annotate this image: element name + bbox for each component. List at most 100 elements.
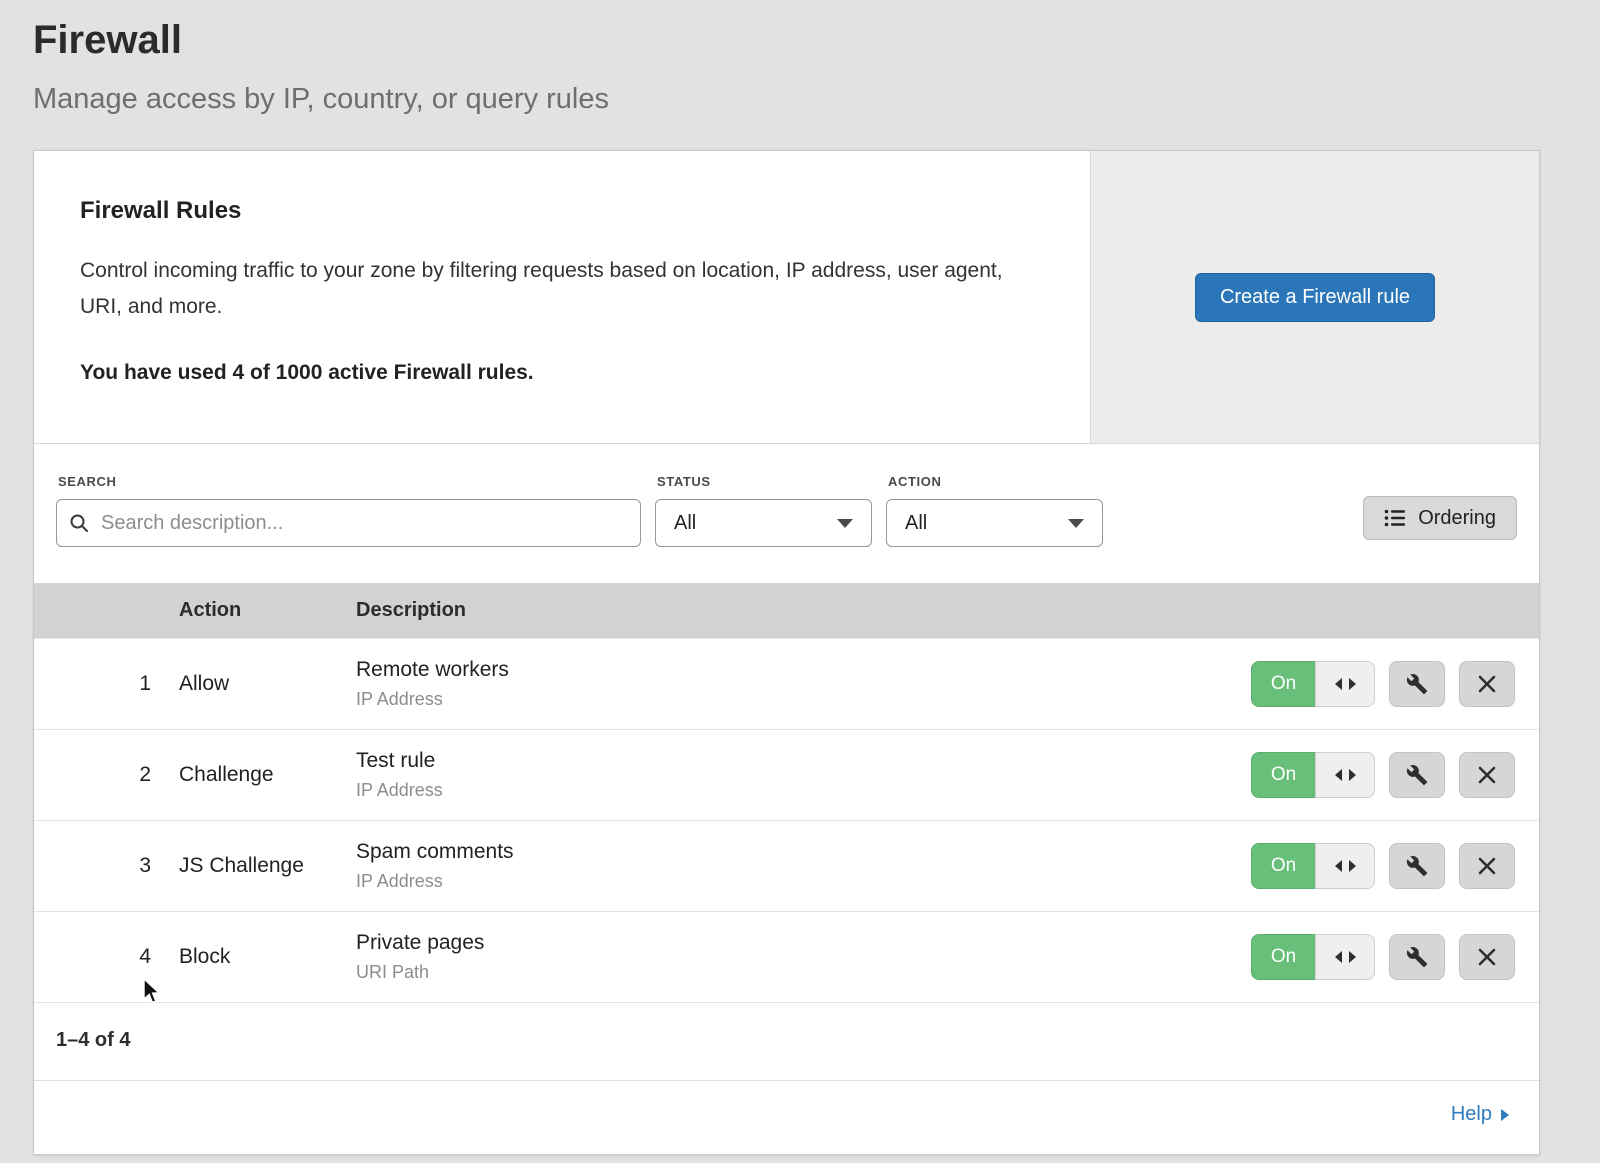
close-icon — [1477, 765, 1497, 785]
rule-action: Allow — [179, 672, 356, 696]
firewall-page: Firewall Manage access by IP, country, o… — [0, 0, 1540, 1155]
create-firewall-rule-button[interactable]: Create a Firewall rule — [1195, 273, 1435, 322]
rule-description-cell: Private pages URI Path — [356, 931, 1227, 983]
arrow-right-icon — [1349, 769, 1356, 781]
wrench-icon — [1406, 855, 1428, 877]
rule-description: Test rule — [356, 749, 1227, 773]
rule-number: 2 — [34, 763, 179, 787]
rule-toggle: On — [1251, 661, 1375, 707]
rule-description-cell: Remote workers IP Address — [356, 658, 1227, 710]
header-description-column: Description — [356, 599, 1227, 622]
rule-action: Challenge — [179, 763, 356, 787]
toggle-arrows-button[interactable] — [1315, 752, 1375, 798]
search-box[interactable] — [56, 499, 641, 547]
rule-description: Private pages — [356, 931, 1227, 955]
rule-description: Remote workers — [356, 658, 1227, 682]
arrow-left-icon — [1335, 951, 1342, 963]
arrow-right-icon — [1349, 951, 1356, 963]
ordering-button-label: Ordering — [1418, 507, 1496, 530]
rule-match-type: URI Path — [356, 962, 1227, 983]
close-icon — [1477, 856, 1497, 876]
edit-rule-button[interactable] — [1389, 661, 1445, 707]
action-select-value: All — [905, 512, 927, 535]
edit-rule-button[interactable] — [1389, 843, 1445, 889]
status-label: STATUS — [657, 474, 872, 489]
arrow-right-icon — [1349, 860, 1356, 872]
rules-usage-text: You have used 4 of 1000 active Firewall … — [80, 361, 1044, 385]
rule-toggle: On — [1251, 752, 1375, 798]
header-action-column: Action — [179, 599, 356, 622]
ordering-button[interactable]: Ordering — [1363, 496, 1517, 540]
arrow-right-icon — [1349, 678, 1356, 690]
rule-controls: On — [1227, 661, 1539, 707]
rule-action: JS Challenge — [179, 854, 356, 878]
arrow-right-icon — [1501, 1109, 1509, 1121]
search-label: SEARCH — [58, 474, 641, 489]
rule-controls: On — [1227, 934, 1539, 980]
toggle-on-button[interactable]: On — [1251, 752, 1315, 798]
table-row: 2 Challenge Test rule IP Address On — [34, 729, 1539, 820]
rule-controls: On — [1227, 843, 1539, 889]
arrow-left-icon — [1335, 769, 1342, 781]
status-select-value: All — [674, 512, 696, 535]
chevron-down-icon — [1068, 519, 1084, 528]
rule-toggle: On — [1251, 843, 1375, 889]
card-description: Control incoming traffic to your zone by… — [80, 253, 1030, 325]
arrow-left-icon — [1335, 860, 1342, 872]
card-top-section: Firewall Rules Control incoming traffic … — [34, 151, 1539, 444]
pagination-status: 1–4 of 4 — [34, 1002, 1539, 1080]
page-title: Firewall — [33, 18, 1540, 63]
wrench-icon — [1406, 946, 1428, 968]
rule-number: 4 — [34, 945, 179, 969]
rule-action: Block — [179, 945, 356, 969]
rule-match-type: IP Address — [356, 871, 1227, 892]
rule-match-type: IP Address — [356, 689, 1227, 710]
help-row: Help — [34, 1080, 1539, 1154]
search-icon — [69, 513, 89, 533]
rule-number: 3 — [34, 854, 179, 878]
action-label: ACTION — [888, 474, 1103, 489]
delete-rule-button[interactable] — [1459, 661, 1515, 707]
edit-rule-button[interactable] — [1389, 934, 1445, 980]
toggle-arrows-button[interactable] — [1315, 843, 1375, 889]
card-section-title: Firewall Rules — [80, 197, 1044, 225]
rule-match-type: IP Address — [356, 780, 1227, 801]
delete-rule-button[interactable] — [1459, 843, 1515, 889]
status-select[interactable]: All — [655, 499, 872, 547]
action-select[interactable]: All — [886, 499, 1103, 547]
table-row: 4 Block Private pages URI Path On — [34, 911, 1539, 1002]
toggle-on-button[interactable]: On — [1251, 934, 1315, 980]
help-link-label: Help — [1451, 1103, 1492, 1126]
toggle-on-button[interactable]: On — [1251, 843, 1315, 889]
card-top-action-panel: Create a Firewall rule — [1090, 151, 1539, 443]
rule-number: 1 — [34, 672, 179, 696]
filters-bar: SEARCH STATUS All ACTION — [34, 444, 1539, 583]
table-header: Action Description — [34, 583, 1539, 638]
card-top-text: Firewall Rules Control incoming traffic … — [34, 151, 1090, 443]
search-input[interactable] — [99, 511, 628, 536]
delete-rule-button[interactable] — [1459, 934, 1515, 980]
toggle-arrows-button[interactable] — [1315, 934, 1375, 980]
table-row: 3 JS Challenge Spam comments IP Address … — [34, 820, 1539, 911]
firewall-rules-card: Firewall Rules Control incoming traffic … — [33, 150, 1540, 1155]
wrench-icon — [1406, 673, 1428, 695]
table-row: 1 Allow Remote workers IP Address On — [34, 638, 1539, 729]
action-filter-group: ACTION All — [886, 474, 1103, 547]
toggle-on-button[interactable]: On — [1251, 661, 1315, 707]
rule-description-cell: Test rule IP Address — [356, 749, 1227, 801]
rule-toggle: On — [1251, 934, 1375, 980]
toggle-arrows-button[interactable] — [1315, 661, 1375, 707]
help-link[interactable]: Help — [1451, 1103, 1509, 1126]
arrow-left-icon — [1335, 678, 1342, 690]
ordered-list-icon — [1384, 508, 1406, 528]
page-subtitle: Manage access by IP, country, or query r… — [33, 83, 1540, 116]
edit-rule-button[interactable] — [1389, 752, 1445, 798]
rule-description-cell: Spam comments IP Address — [356, 840, 1227, 892]
rule-controls: On — [1227, 752, 1539, 798]
status-filter-group: STATUS All — [655, 474, 872, 547]
chevron-down-icon — [837, 519, 853, 528]
search-filter-group: SEARCH — [56, 474, 641, 547]
delete-rule-button[interactable] — [1459, 752, 1515, 798]
close-icon — [1477, 674, 1497, 694]
rule-description: Spam comments — [356, 840, 1227, 864]
